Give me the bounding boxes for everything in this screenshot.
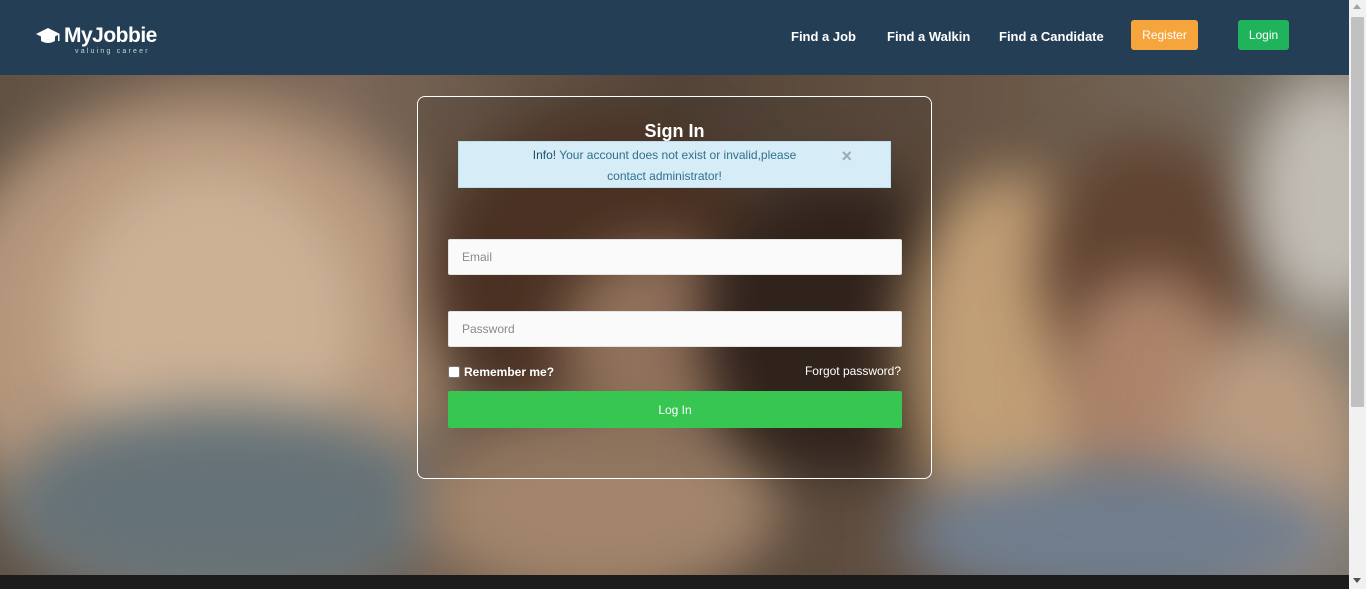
brand-logo[interactable]: MyJobbie valuing career bbox=[35, 24, 157, 55]
alert-prefix: Info! bbox=[532, 148, 557, 162]
forgot-password-link[interactable]: Forgot password? bbox=[805, 364, 901, 378]
login-button[interactable]: Login bbox=[1238, 20, 1289, 50]
signin-panel: Sign In Info! Your account does not exis… bbox=[417, 96, 932, 479]
remember-me[interactable]: Remember me? bbox=[448, 365, 554, 379]
brand-tagline: valuing career bbox=[75, 48, 150, 55]
scroll-up-arrow-icon[interactable] bbox=[1353, 4, 1361, 9]
signin-title: Sign In bbox=[644, 121, 705, 141]
vertical-scrollbar[interactable] bbox=[1349, 0, 1366, 589]
log-in-button[interactable]: Log In bbox=[448, 391, 902, 428]
page-footer-strip bbox=[0, 575, 1349, 589]
remember-me-label: Remember me? bbox=[464, 365, 555, 379]
info-alert: Info! Your account does not exist or inv… bbox=[458, 141, 891, 188]
register-button[interactable]: Register bbox=[1131, 20, 1198, 50]
nav-find-walkin[interactable]: Find a Walkin bbox=[887, 29, 970, 44]
top-navbar: MyJobbie valuing career Find a Job Find … bbox=[0, 0, 1349, 75]
remember-me-checkbox[interactable] bbox=[448, 366, 460, 378]
scroll-down-arrow-icon[interactable] bbox=[1353, 578, 1361, 583]
alert-message: Your account does not exist or invalid,p… bbox=[559, 148, 797, 183]
graduation-cap-icon bbox=[36, 28, 60, 43]
password-field[interactable] bbox=[448, 311, 902, 347]
email-field[interactable] bbox=[448, 239, 902, 275]
brand-name: MyJobbie bbox=[64, 24, 157, 47]
nav-find-job[interactable]: Find a Job bbox=[791, 29, 856, 44]
scrollbar-thumb[interactable] bbox=[1351, 17, 1364, 407]
close-icon[interactable]: × bbox=[841, 146, 852, 167]
nav-find-candidate[interactable]: Find a Candidate bbox=[999, 29, 1104, 44]
